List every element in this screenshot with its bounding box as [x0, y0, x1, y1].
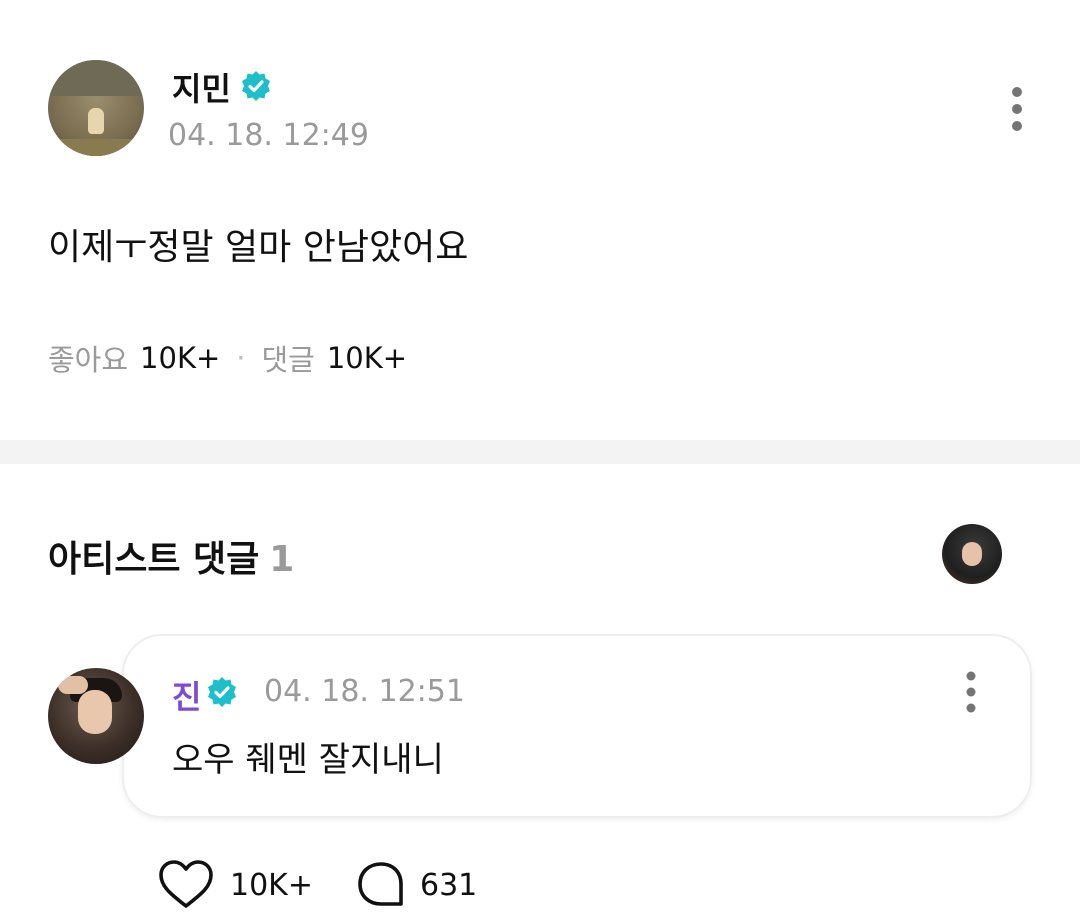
verified-badge-icon — [242, 71, 270, 101]
post-body: 이제ㅜ정말 얼마 안남았어요 — [48, 227, 469, 268]
comments-label: 댓글 — [261, 343, 315, 377]
section-title: 아티스트 댓글 1 — [48, 530, 294, 582]
separator-dot: · — [236, 341, 246, 375]
author-avatar[interactable] — [48, 60, 144, 156]
artist-avatar-small[interactable] — [942, 524, 1002, 584]
likes-label: 좋아요 — [48, 343, 129, 377]
more-vertical-icon[interactable] — [1000, 84, 1034, 138]
section-title-text: 아티스트 댓글 — [48, 539, 260, 580]
more-vertical-icon[interactable] — [954, 670, 988, 716]
author-name[interactable]: 지민 — [172, 64, 231, 110]
post-stats: 좋아요 10K+ · 댓글 10K+ — [48, 337, 407, 379]
comment-bubble-icon[interactable] — [356, 860, 406, 910]
comment-timestamp: 04. 18. 12:51 — [264, 674, 465, 709]
comment-card — [122, 634, 1032, 818]
section-count: 1 — [269, 539, 295, 580]
comment-text: 오우 줴멘 잘지내니 — [172, 740, 444, 780]
section-divider — [0, 440, 1080, 464]
likes-count[interactable]: 10K+ — [140, 341, 220, 375]
like-count: 10K+ — [230, 867, 313, 903]
comments-count[interactable]: 10K+ — [327, 341, 407, 375]
like-button[interactable]: 10K+ — [158, 860, 313, 910]
comment-author-name[interactable]: 진 — [172, 672, 201, 718]
heart-icon[interactable] — [158, 860, 214, 910]
comment-author-avatar[interactable] — [48, 668, 144, 764]
reply-count: 631 — [420, 867, 478, 903]
reply-button[interactable]: 631 — [356, 860, 477, 910]
post-timestamp: 04. 18. 12:49 — [168, 118, 369, 153]
verified-badge-icon — [208, 677, 236, 707]
